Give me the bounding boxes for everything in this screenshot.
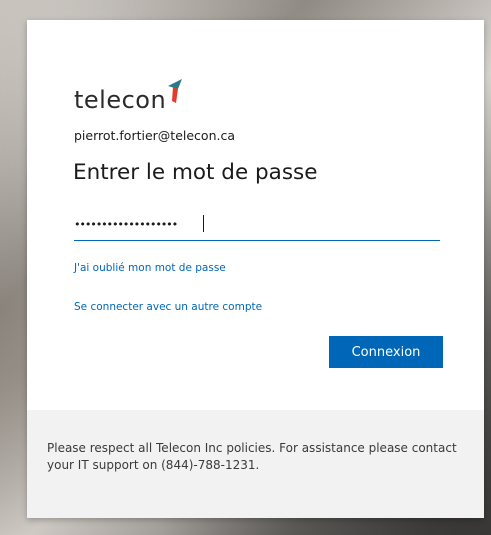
page-title: Entrer le mot de passe	[73, 160, 318, 185]
login-card: telecon pierrot.fortier@telecon.ca Entre…	[27, 20, 484, 518]
text-caret	[203, 215, 204, 232]
policy-notice: Please respect all Telecon Inc policies.…	[47, 441, 457, 472]
brand-name: telecon	[74, 86, 167, 114]
account-email: pierrot.fortier@telecon.ca	[74, 128, 235, 143]
sign-in-button[interactable]: Connexion	[329, 336, 443, 368]
telecon-logo-icon	[168, 79, 183, 103]
forgot-password-link[interactable]: J'ai oublié mon mot de passe	[74, 262, 226, 274]
footer-panel: Please respect all Telecon Inc policies.…	[27, 410, 484, 518]
password-input[interactable]	[74, 214, 434, 234]
other-account-link[interactable]: Se connecter avec un autre compte	[74, 301, 262, 313]
brand-logo: telecon	[74, 78, 185, 114]
password-field[interactable]	[74, 208, 440, 241]
